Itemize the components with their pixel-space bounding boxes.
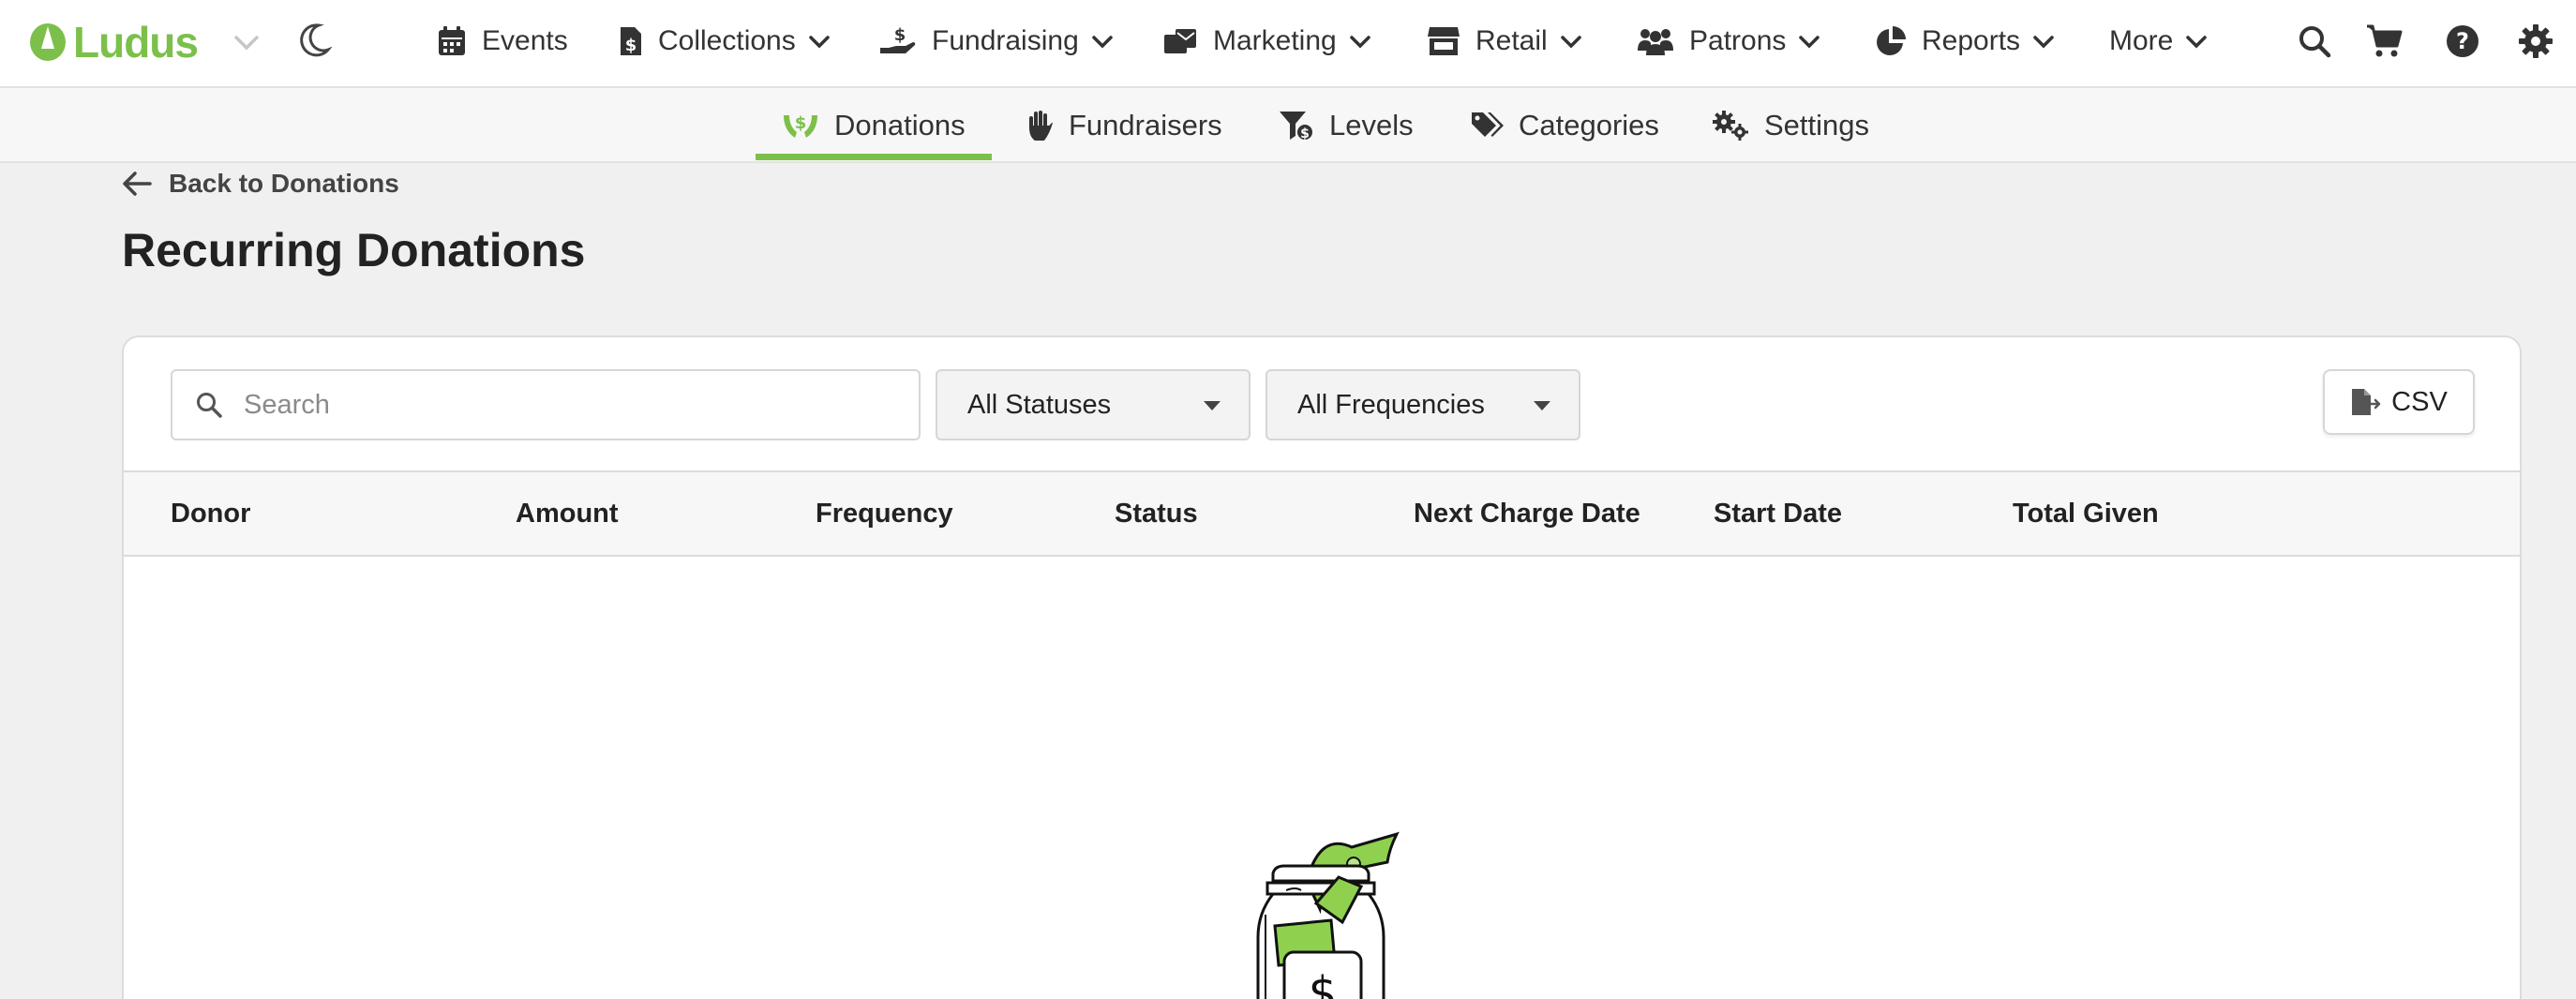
tab-donations-label: Donations bbox=[834, 109, 966, 142]
status-filter-select[interactable]: All Statuses bbox=[936, 369, 1251, 440]
tab-categories-label: Categories bbox=[1519, 109, 1659, 142]
nav-marketing-label: Marketing bbox=[1213, 25, 1337, 56]
frequency-filter-value: All Frequencies bbox=[1297, 389, 1485, 420]
mailbox-icon bbox=[1164, 29, 1196, 53]
column-header-total-given[interactable]: Total Given bbox=[2013, 499, 2159, 529]
brand-name: Ludus bbox=[73, 18, 199, 67]
back-link-label: Back to Donations bbox=[169, 169, 399, 198]
raised-hand-icon bbox=[1029, 111, 1053, 141]
column-header-donor[interactable]: Donor bbox=[171, 499, 250, 529]
gear-icon[interactable] bbox=[2518, 23, 2554, 59]
search-icon[interactable] bbox=[2297, 23, 2332, 59]
tags-icon bbox=[1472, 112, 1504, 137]
tab-settings-label: Settings bbox=[1764, 109, 1870, 142]
frequency-filter-select[interactable]: All Frequencies bbox=[1266, 369, 1580, 440]
sub-navigation: $ Donations Fundraisers $ Levels Categor… bbox=[0, 88, 2576, 163]
back-link[interactable]: Back to Donations bbox=[122, 169, 399, 199]
csv-export-label: CSV bbox=[2391, 386, 2448, 417]
search-input[interactable] bbox=[244, 389, 900, 421]
nav-reports[interactable]: Reports bbox=[1875, 0, 2056, 82]
column-header-next-charge-date[interactable]: Next Charge Date bbox=[1414, 499, 1640, 529]
tab-categories[interactable]: Categories bbox=[1470, 88, 1659, 163]
ludus-logo[interactable]: Ludus bbox=[28, 17, 199, 67]
nav-patrons[interactable]: Patrons bbox=[1637, 0, 1821, 82]
nav-reports-label: Reports bbox=[1922, 25, 2021, 56]
nav-marketing[interactable]: Marketing bbox=[1162, 0, 1372, 82]
ludus-logo-icon bbox=[30, 23, 66, 61]
column-header-start-date[interactable]: Start Date bbox=[1714, 499, 1842, 529]
svg-text:$: $ bbox=[894, 25, 906, 45]
filter-dollar-icon: $ bbox=[1280, 112, 1314, 142]
file-export-icon bbox=[2352, 389, 2381, 415]
nav-events[interactable]: Events bbox=[437, 0, 568, 82]
svg-text:$: $ bbox=[625, 36, 637, 55]
file-dollar-icon: $ bbox=[621, 27, 641, 55]
tab-levels[interactable]: $ Levels bbox=[1279, 88, 1414, 163]
hand-holding-dollar-icon: $ bbox=[880, 25, 916, 53]
svg-text:$: $ bbox=[1300, 127, 1310, 142]
gears-icon bbox=[1713, 111, 1748, 141]
tab-settings[interactable]: Settings bbox=[1712, 88, 1869, 163]
nav-fundraising-label: Fundraising bbox=[932, 25, 1079, 56]
chevron-down-icon bbox=[1560, 36, 1581, 49]
empty-state-symbol: $ bbox=[1309, 967, 1338, 999]
column-header-status[interactable]: Status bbox=[1115, 499, 1198, 529]
donation-jar-icon: $ bbox=[1256, 831, 1400, 999]
tab-fundraisers[interactable]: Fundraisers bbox=[1026, 88, 1222, 163]
search-icon bbox=[197, 393, 222, 418]
nav-patrons-label: Patrons bbox=[1689, 25, 1787, 56]
store-icon bbox=[1428, 27, 1460, 55]
users-icon bbox=[1638, 29, 1673, 55]
nav-collections-label: Collections bbox=[658, 25, 796, 56]
svg-text:?: ? bbox=[2456, 28, 2469, 54]
chevron-down-icon bbox=[1349, 36, 1370, 49]
table-header: Donor Amount Frequency Status Next Charg… bbox=[124, 470, 2520, 557]
brand-chevron-down-icon[interactable] bbox=[232, 28, 261, 56]
nav-retail-label: Retail bbox=[1475, 25, 1548, 56]
page-title: Recurring Donations bbox=[122, 224, 586, 276]
calendar-icon bbox=[439, 26, 465, 55]
tab-fundraisers-label: Fundraisers bbox=[1069, 109, 1222, 142]
search-box[interactable] bbox=[171, 369, 921, 440]
nav-more-label: More bbox=[2109, 25, 2174, 56]
chevron-down-icon bbox=[1799, 36, 1820, 49]
nav-more[interactable]: More bbox=[2109, 0, 2209, 82]
caret-down-icon bbox=[1534, 401, 1550, 410]
active-tab-indicator bbox=[756, 154, 992, 160]
svg-text:$: $ bbox=[795, 113, 807, 133]
nav-collections[interactable]: $ Collections bbox=[619, 0, 831, 82]
column-header-amount[interactable]: Amount bbox=[516, 499, 619, 529]
nav-retail[interactable]: Retail bbox=[1427, 0, 1583, 82]
status-filter-value: All Statuses bbox=[967, 389, 1112, 420]
cart-icon[interactable] bbox=[2366, 23, 2404, 59]
pie-chart-icon bbox=[1877, 26, 1906, 55]
chevron-down-icon bbox=[2186, 36, 2208, 49]
nav-fundraising[interactable]: $ Fundraising bbox=[879, 0, 1115, 82]
help-icon[interactable]: ? bbox=[2445, 23, 2480, 59]
dark-mode-moon-icon[interactable] bbox=[296, 22, 332, 59]
tab-levels-label: Levels bbox=[1329, 109, 1414, 142]
chevron-down-icon bbox=[808, 36, 830, 49]
chevron-down-icon bbox=[1092, 36, 1113, 49]
caret-down-icon bbox=[1204, 401, 1221, 410]
tab-donations[interactable]: $ Donations bbox=[782, 88, 966, 163]
top-navigation: Ludus Events $ Collections $ Fundraising… bbox=[0, 0, 2576, 88]
recurring-donations-card: All Statuses All Frequencies CSV Donor A… bbox=[122, 335, 2522, 999]
column-header-frequency[interactable]: Frequency bbox=[816, 499, 953, 529]
hands-holding-dollar-icon: $ bbox=[784, 113, 817, 138]
chevron-down-icon bbox=[2033, 36, 2054, 49]
csv-export-button[interactable]: CSV bbox=[2323, 369, 2475, 435]
arrow-left-icon bbox=[123, 171, 152, 196]
nav-events-label: Events bbox=[482, 25, 568, 56]
